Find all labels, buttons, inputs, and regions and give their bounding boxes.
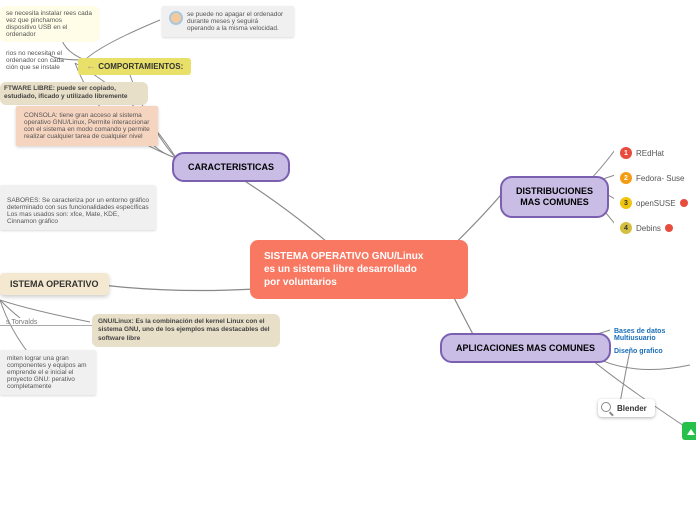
dist-label-opensuse: openSUSE bbox=[636, 199, 676, 208]
caracteristicas-node[interactable]: CARACTERISTICAS bbox=[172, 152, 290, 182]
badge-2: 2 bbox=[620, 172, 632, 184]
magnifier-icon bbox=[601, 402, 613, 414]
aplicaciones-node[interactable]: APLICACIONES MAS COMUNES bbox=[440, 333, 611, 363]
comportamiento-bubble-2[interactable]: se necesita instalar rees cada vez que p… bbox=[0, 6, 100, 42]
so-label: ISTEMA OPERATIVO bbox=[10, 279, 99, 289]
sabores-node[interactable]: SABORES: Se caracteriza por un entorno g… bbox=[0, 185, 156, 230]
red-dot-icon bbox=[680, 199, 688, 207]
dist-item-debins[interactable]: 4 Debins bbox=[614, 218, 679, 238]
distribuciones-node[interactable]: DISTRIBUCIONES MAS COMUNES bbox=[500, 176, 609, 218]
dist-item-fedora[interactable]: 2 Fedora- Suse bbox=[614, 168, 690, 188]
consola-node[interactable]: CONSOLA: tiene gran acceso al sistema op… bbox=[16, 106, 158, 146]
red-dot-icon-2 bbox=[665, 224, 673, 232]
dist-label-2: MAS COMUNES bbox=[516, 197, 593, 208]
center-line3: por voluntarios bbox=[264, 276, 454, 289]
app-db-text: Bases de datos Multiusuario bbox=[614, 328, 665, 342]
center-line2: es un sistema libre desarrollado bbox=[264, 263, 454, 276]
comp-text-3: rios no necesitan el ordenador con cada … bbox=[6, 50, 64, 71]
so-extra-node[interactable]: miten lograr una gran componentes y equi… bbox=[0, 350, 96, 395]
comportamientos-label: COMPORTAMIENTOS: bbox=[98, 62, 183, 71]
blender-label: Blender bbox=[617, 404, 647, 413]
comp-text-2: se necesita instalar rees cada vez que p… bbox=[6, 10, 92, 38]
caracteristicas-label: CARACTERISTICAS bbox=[188, 162, 274, 172]
consola-text: CONSOLA: tiene gran acceso al sistema op… bbox=[24, 112, 150, 140]
center-node[interactable]: SISTEMA OPERATIVO GNU/Linux es un sistem… bbox=[250, 240, 468, 299]
softlibre-text: FTWARE LIBRE: puede ser copiado, estudia… bbox=[4, 85, 128, 100]
avatar-icon bbox=[169, 11, 183, 25]
comportamiento-bubble-1[interactable]: se puede no apagar el ordenador durante … bbox=[162, 6, 294, 37]
aplicaciones-label: APLICACIONES MAS COMUNES bbox=[456, 343, 595, 353]
dist-label-debins: Debins bbox=[636, 224, 661, 233]
comportamiento-bubble-3[interactable]: rios no necesitan el ordenador con cada … bbox=[0, 46, 80, 75]
arrow-left-icon: ← bbox=[86, 61, 96, 72]
badge-4: 4 bbox=[620, 222, 632, 234]
green-app-node[interactable] bbox=[682, 422, 696, 440]
app-diseno-text: Diseño grafico bbox=[614, 348, 663, 355]
green-box-icon bbox=[682, 422, 696, 440]
dist-item-redhat[interactable]: 1 REdHat bbox=[614, 143, 670, 163]
sabores-text: SABORES: Se caracteriza por un entorno g… bbox=[7, 197, 149, 225]
so-extra-text: miten lograr una gran componentes y equi… bbox=[7, 355, 87, 390]
gnulinux-def-node[interactable]: GNU/Linux: Es la combinación del kernel … bbox=[92, 314, 280, 347]
comportamientos-node[interactable]: ← COMPORTAMIENTOS: bbox=[78, 58, 191, 75]
torvalds-node[interactable]: s Torvalds bbox=[0, 315, 43, 330]
app-item-db[interactable]: Bases de datos Multiusuario bbox=[608, 324, 696, 346]
badge-3: 3 bbox=[620, 197, 632, 209]
blender-node[interactable]: Blender bbox=[598, 399, 655, 417]
dist-label-fedora: Fedora- Suse bbox=[636, 174, 684, 183]
dist-label-1: DISTRIBUCIONES bbox=[516, 186, 593, 197]
gnulinux-text: GNU/Linux: Es la combinación del kernel … bbox=[98, 318, 270, 342]
badge-1: 1 bbox=[620, 147, 632, 159]
dist-label-redhat: REdHat bbox=[636, 149, 664, 158]
dist-item-opensuse[interactable]: 3 openSUSE bbox=[614, 193, 694, 213]
sistema-operativo-node[interactable]: ISTEMA OPERATIVO bbox=[0, 273, 109, 295]
software-libre-node[interactable]: FTWARE LIBRE: puede ser copiado, estudia… bbox=[0, 82, 148, 105]
center-line1: SISTEMA OPERATIVO GNU/Linux bbox=[264, 250, 454, 263]
app-item-diseno[interactable]: Diseño grafico bbox=[608, 344, 669, 359]
comp-text-1: se puede no apagar el ordenador durante … bbox=[187, 11, 287, 32]
